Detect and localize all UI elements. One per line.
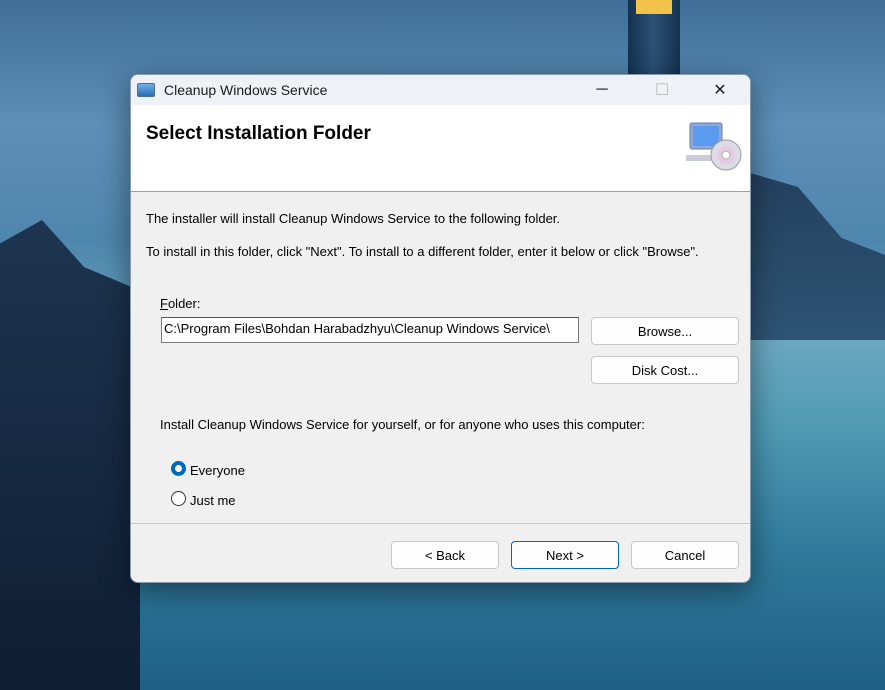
back-button[interactable]: < Back bbox=[391, 541, 499, 569]
wizard-header: Select Installation Folder bbox=[131, 105, 750, 192]
desktop-rock-right bbox=[740, 170, 885, 340]
folder-label-accel: F bbox=[160, 296, 168, 311]
close-button[interactable]: ✕ bbox=[697, 75, 743, 105]
folder-input[interactable]: C:\Program Files\Bohdan Harabadzhyu\Clea… bbox=[161, 317, 579, 343]
folder-label-rest: older: bbox=[167, 296, 201, 311]
title-bar[interactable]: Cleanup Windows Service ─ ☐ ✕ bbox=[131, 75, 750, 105]
next-button[interactable]: Next > bbox=[511, 541, 619, 569]
browse-button[interactable]: Browse... bbox=[591, 317, 739, 345]
disk-cost-button[interactable]: Disk Cost... bbox=[591, 356, 739, 384]
computer-cd-icon bbox=[686, 122, 742, 171]
intro-text: The installer will install Cleanup Windo… bbox=[146, 211, 561, 226]
folder-label: Folder: bbox=[160, 296, 200, 311]
maximize-button[interactable]: ☐ bbox=[639, 75, 685, 105]
installer-app-icon bbox=[137, 83, 155, 97]
desktop-rock-left bbox=[0, 220, 140, 690]
lighthouse bbox=[628, 0, 680, 74]
everyone-radio[interactable] bbox=[171, 461, 186, 476]
window-title: Cleanup Windows Service bbox=[164, 82, 328, 98]
instructions-text: To install in this folder, click "Next".… bbox=[146, 244, 699, 259]
just-me-label[interactable]: Just me bbox=[190, 493, 236, 508]
installer-window: Cleanup Windows Service ─ ☐ ✕ Select Ins… bbox=[130, 74, 751, 583]
everyone-label[interactable]: Everyone bbox=[190, 463, 245, 478]
scope-prompt: Install Cleanup Windows Service for your… bbox=[160, 417, 645, 432]
minimize-button[interactable]: ─ bbox=[579, 75, 625, 105]
cancel-button[interactable]: Cancel bbox=[631, 541, 739, 569]
just-me-radio[interactable] bbox=[171, 491, 186, 506]
footer-divider bbox=[131, 523, 750, 524]
page-title: Select Installation Folder bbox=[146, 123, 371, 144]
